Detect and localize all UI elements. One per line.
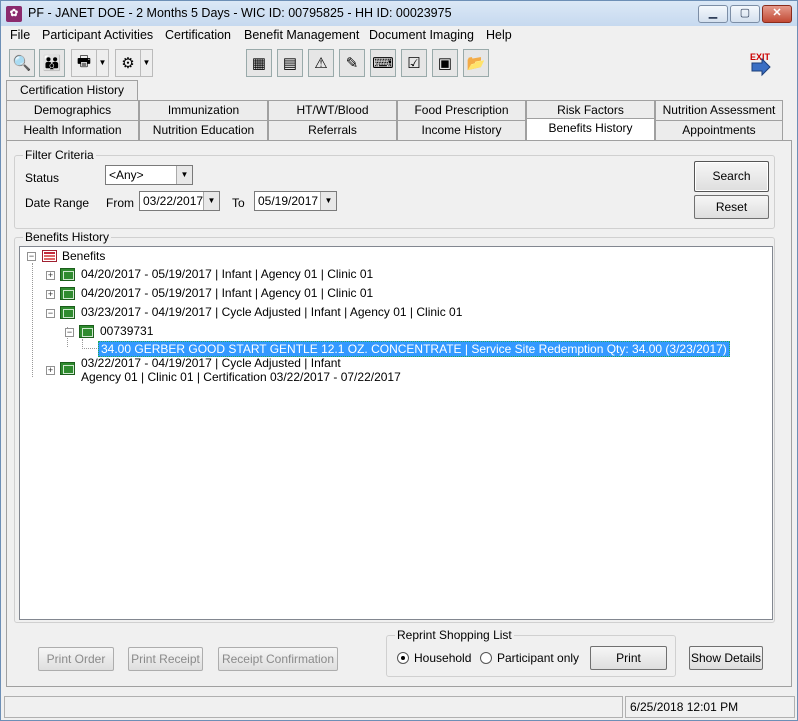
chevron-down-icon[interactable]: ▼: [320, 192, 336, 210]
household-label: Household: [414, 651, 472, 665]
tools-icon[interactable]: ⚙: [115, 49, 141, 77]
document-icon[interactable]: ▣: [432, 49, 458, 77]
expand-icon[interactable]: +: [46, 271, 55, 280]
participant-only-label: Participant only: [497, 651, 580, 665]
benefit-set-icon: [60, 362, 75, 375]
tools-dropdown-icon[interactable]: ▼: [141, 49, 153, 77]
benefits-root-icon: [42, 250, 57, 262]
receipt-confirmation-button[interactable]: Receipt Confirmation: [218, 647, 338, 671]
tree-line: [82, 348, 97, 349]
menu-certification[interactable]: Certification: [165, 28, 231, 42]
benefit-item-icon: [79, 325, 94, 338]
chevron-down-icon[interactable]: ▼: [176, 166, 192, 184]
calendar-icon[interactable]: ▤: [277, 49, 303, 77]
warning-icon[interactable]: ⚠: [308, 49, 334, 77]
tab-ht-wt-blood[interactable]: HT/WT/Blood: [268, 100, 397, 120]
menu-file[interactable]: File: [10, 28, 30, 42]
collapse-icon[interactable]: −: [46, 309, 55, 318]
tree-node-benefit-4-line2[interactable]: Agency 01 | Clinic 01 | Certification 03…: [81, 370, 401, 384]
note-icon[interactable]: ✎: [339, 49, 365, 77]
keyboard-icon[interactable]: ⌨: [370, 49, 396, 77]
benefits-root[interactable]: Benefits: [62, 249, 105, 263]
menu-document-imaging[interactable]: Document Imaging: [369, 28, 474, 42]
window-title: PF - JANET DOE - 2 Months 5 Days - WIC I…: [28, 6, 452, 20]
family-icon[interactable]: 👪: [39, 49, 65, 77]
tree-line: [32, 263, 33, 377]
expand-icon[interactable]: +: [46, 290, 55, 299]
status-datetime: 6/25/2018 12:01 PM: [625, 696, 795, 718]
menu-participant-activities[interactable]: Participant Activities: [42, 28, 153, 42]
tab-appointments[interactable]: Appointments: [655, 120, 783, 140]
reprint-shopping-list-legend: Reprint Shopping List: [395, 628, 514, 642]
minimize-button[interactable]: ▁: [698, 5, 728, 23]
tab-food-prescription[interactable]: Food Prescription: [397, 100, 526, 120]
tree-node-benefit-2[interactable]: 04/20/2017 - 05/19/2017 | Infant | Agenc…: [81, 286, 373, 300]
exit-icon[interactable]: EXIT: [746, 49, 776, 77]
print-receipt-button[interactable]: Print Receipt: [128, 647, 203, 671]
menu-bar: File Participant Activities Certificatio…: [1, 26, 797, 46]
benefits-tree[interactable]: − Benefits + 04/20/2017 - 05/19/2017 | I…: [19, 246, 773, 620]
collapse-icon[interactable]: −: [65, 328, 74, 337]
printer-icon[interactable]: 🖶: [71, 49, 97, 77]
app-window: ✿ PF - JANET DOE - 2 Months 5 Days - WIC…: [0, 0, 798, 721]
checklist-icon[interactable]: ☑: [401, 49, 427, 77]
status-label: Status: [25, 171, 60, 185]
printer-dropdown-icon[interactable]: ▼: [97, 49, 109, 77]
toolbar: 🔍 👪 🖶 ▼ ⚙ ▼ ▦ ▤ ⚠ ✎ ⌨ ☑ ▣ 📂: [1, 46, 797, 80]
to-date-value: 05/19/2017: [258, 194, 319, 208]
menu-help[interactable]: Help: [486, 28, 512, 42]
from-label: From: [106, 196, 134, 210]
tab-nutrition-education[interactable]: Nutrition Education: [139, 120, 268, 140]
tab-benefits-history[interactable]: Benefits History: [526, 118, 655, 140]
title-bar: ✿ PF - JANET DOE - 2 Months 5 Days - WIC…: [1, 1, 797, 26]
tree-node-benefit-3[interactable]: 03/23/2017 - 04/19/2017 | Cycle Adjusted…: [81, 305, 462, 319]
menu-benefit-management[interactable]: Benefit Management: [244, 28, 359, 42]
tab-immunization[interactable]: Immunization: [139, 100, 268, 120]
filter-criteria-legend: Filter Criteria: [23, 148, 96, 162]
benefit-set-icon: [60, 287, 75, 300]
show-details-button[interactable]: Show Details: [689, 646, 763, 670]
benefit-set-icon: [60, 306, 75, 319]
maximize-button[interactable]: ▢: [730, 5, 760, 23]
tab-health-information[interactable]: Health Information: [6, 120, 139, 140]
benefit-set-icon: [60, 268, 75, 281]
tab-income-history[interactable]: Income History: [397, 120, 526, 140]
close-button[interactable]: ✕: [762, 5, 792, 23]
tree-node-sub-00739731[interactable]: 00739731: [100, 324, 153, 338]
from-date-value: 03/22/2017: [143, 194, 204, 208]
benefits-history-legend: Benefits History: [23, 230, 112, 244]
to-label: To: [232, 196, 245, 210]
household-radio[interactable]: [397, 652, 409, 664]
svg-text:EXIT: EXIT: [750, 52, 771, 62]
tab-referrals[interactable]: Referrals: [268, 120, 397, 140]
tree-node-benefit-4-line1[interactable]: 03/22/2017 - 04/19/2017 | Cycle Adjusted…: [81, 356, 341, 370]
date-range-label: Date Range: [25, 196, 90, 210]
app-icon: ✿: [6, 6, 22, 22]
reset-button[interactable]: Reset: [694, 195, 769, 219]
participant-only-radio[interactable]: [480, 652, 492, 664]
tree-node-benefit-1[interactable]: 04/20/2017 - 05/19/2017 | Infant | Agenc…: [81, 267, 373, 281]
tab-demographics[interactable]: Demographics: [6, 100, 139, 120]
expand-icon[interactable]: +: [46, 366, 55, 375]
from-date-picker[interactable]: 03/22/2017 ▼: [139, 191, 220, 211]
tab-certification-history[interactable]: Certification History: [6, 80, 138, 100]
print-order-button[interactable]: Print Order: [38, 647, 114, 671]
tree-node-selected-item[interactable]: 34.00 GERBER GOOD START GENTLE 12.1 OZ. …: [98, 341, 730, 357]
print-button[interactable]: Print: [590, 646, 667, 670]
search-button[interactable]: Search: [694, 161, 769, 192]
status-select-value: <Any>: [109, 168, 144, 182]
status-select[interactable]: <Any> ▼: [105, 165, 193, 185]
search-icon[interactable]: 🔍: [9, 49, 35, 77]
calculator-icon[interactable]: ▦: [246, 49, 272, 77]
collapse-icon[interactable]: −: [27, 252, 36, 261]
tab-nutrition-assessment[interactable]: Nutrition Assessment: [655, 100, 783, 120]
to-date-picker[interactable]: 05/19/2017 ▼: [254, 191, 337, 211]
folder-icon[interactable]: 📂: [463, 49, 489, 77]
status-message: [4, 696, 623, 718]
tab-risk-factors[interactable]: Risk Factors: [526, 100, 655, 120]
status-bar: 6/25/2018 12:01 PM: [1, 694, 797, 720]
chevron-down-icon[interactable]: ▼: [203, 192, 219, 210]
